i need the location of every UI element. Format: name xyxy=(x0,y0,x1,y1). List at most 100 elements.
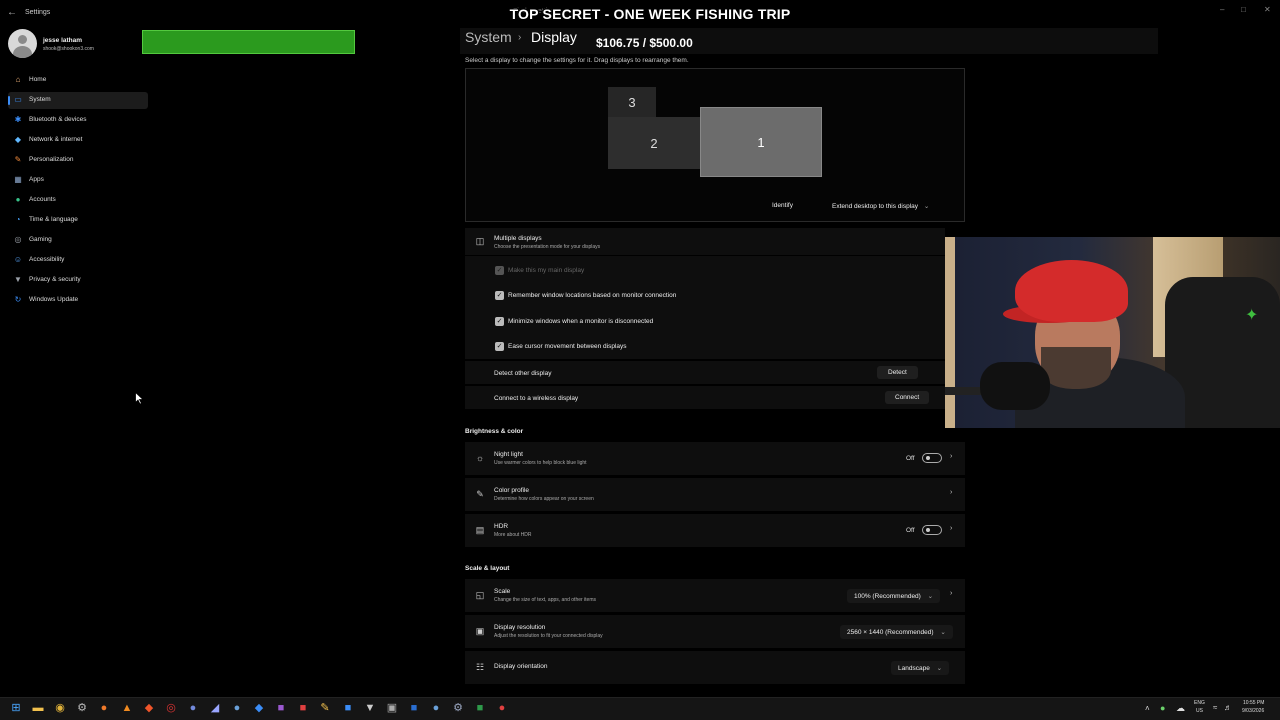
clock-time[interactable]: 10:55 PM xyxy=(1243,700,1264,706)
sidebar-item-network-internet[interactable]: ◆ Network & internet xyxy=(8,132,148,149)
sidebar-item-label: Personalization xyxy=(29,156,74,163)
sidebar-item-privacy-security[interactable]: ▼ Privacy & security xyxy=(8,272,148,289)
wifi-icon[interactable]: ≈ xyxy=(1213,703,1217,712)
orientation-value: Landscape xyxy=(898,665,930,672)
checkbox[interactable]: ✓ xyxy=(495,291,504,300)
night-light-row[interactable]: ☼ Night light Use warmer colors to help … xyxy=(465,442,965,476)
color-profile-title: Color profile xyxy=(494,487,530,494)
volume-icon[interactable]: ♬ xyxy=(1224,703,1232,712)
tray-app-icon[interactable]: ● xyxy=(1160,703,1165,713)
windows-start-icon[interactable]: ⊞ xyxy=(9,701,23,715)
tray-chevron-icon[interactable]: ˄ xyxy=(1145,704,1150,713)
minimize-button[interactable]: – xyxy=(1220,5,1224,14)
region-indicator: US xyxy=(1196,708,1203,714)
discord-icon[interactable]: ● xyxy=(186,701,200,715)
shield-app-icon[interactable]: ▼ xyxy=(363,701,377,715)
detect-button[interactable]: Detect xyxy=(877,366,918,379)
sidebar-item-accessibility[interactable]: ☺ Accessibility xyxy=(8,252,148,269)
sidebar-item-accounts[interactable]: ● Accounts xyxy=(8,192,148,209)
sidebar-item-windows-update[interactable]: ↻ Windows Update xyxy=(8,292,148,309)
orientation-dropdown[interactable]: Landscape ⌄ xyxy=(891,661,950,675)
app-red-icon[interactable]: ■ xyxy=(296,701,310,715)
chat-icon[interactable]: ◢ xyxy=(208,701,222,715)
display-mode-dropdown[interactable]: Extend desktop to this display ⌄ xyxy=(826,199,935,213)
sidebar-item-system[interactable]: ▭ System xyxy=(8,92,148,109)
orientation-icon: ☷ xyxy=(475,662,485,672)
language-indicator[interactable]: ENG xyxy=(1194,700,1205,706)
excel-icon[interactable]: ■ xyxy=(473,701,487,715)
wireless-display-row: Connect to a wireless display Connect xyxy=(465,386,945,410)
hdr-subtitle: More about HDR xyxy=(494,532,532,538)
steam2-icon[interactable]: ● xyxy=(429,701,443,715)
page-title: Display xyxy=(531,29,577,45)
monitor-1[interactable]: 1 xyxy=(700,107,822,177)
multiple-displays-title: Multiple displays xyxy=(494,235,542,242)
media-icon[interactable]: ▣ xyxy=(385,701,399,715)
night-light-toggle[interactable] xyxy=(922,453,942,463)
bluetooth-icon: ✱ xyxy=(14,115,22,124)
checkbox-label: Ease cursor movement between displays xyxy=(508,343,627,350)
terminal-icon[interactable]: ■ xyxy=(407,701,421,715)
checkbox-label: Make this my main display xyxy=(508,267,585,274)
hdr-icon: ▤ xyxy=(475,525,485,535)
sidebar-item-bluetooth-devices[interactable]: ✱ Bluetooth & devices xyxy=(8,112,148,129)
connect-button[interactable]: Connect xyxy=(885,391,930,404)
orientation-title: Display orientation xyxy=(494,663,548,670)
multiple-displays-row[interactable]: ◫ Multiple displays Choose the presentat… xyxy=(465,228,945,256)
maximize-button[interactable]: □ xyxy=(1241,5,1246,14)
app-blue2-icon[interactable]: ■ xyxy=(341,701,355,715)
sidebar-item-gaming[interactable]: ◎ Gaming xyxy=(8,232,148,249)
resolution-dropdown[interactable]: 2560 × 1440 (Recommended) ⌄ xyxy=(840,625,953,639)
chevron-down-icon: ⌄ xyxy=(927,593,934,600)
color-profile-row[interactable]: ✎ Color profile Determine how colors app… xyxy=(465,478,965,512)
accessibility-icon: ☺ xyxy=(13,255,23,264)
resolution-icon: ▣ xyxy=(475,626,485,636)
sidebar-item-label: System xyxy=(29,96,51,103)
multiple-displays-options: ✓ Make this my main display ✓ Remember wind… xyxy=(465,256,945,360)
sidebar-item-label: Gaming xyxy=(29,236,52,243)
close-button[interactable]: ✕ xyxy=(1264,5,1271,14)
hdr-toggle[interactable] xyxy=(922,525,942,535)
chrome-icon[interactable]: ◉ xyxy=(53,701,67,715)
file-explorer-icon[interactable]: ▬ xyxy=(31,701,45,715)
sidebar-item-personalization[interactable]: ✎ Personalization xyxy=(8,152,148,169)
checkbox[interactable]: ✓ xyxy=(495,317,504,326)
sidebar-item-label: Apps xyxy=(29,176,44,183)
pen-icon[interactable]: ✎ xyxy=(318,701,332,715)
hdr-row[interactable]: ▤ HDR More about HDR Off › xyxy=(465,514,965,548)
scale-dropdown[interactable]: 100% (Recommended) ⌄ xyxy=(847,589,941,603)
identify-button[interactable]: Identify xyxy=(766,199,799,212)
chevron-right-icon: › xyxy=(950,525,953,532)
vlc-icon[interactable]: ▲ xyxy=(120,701,134,715)
sidebar-item-label: Accounts xyxy=(29,196,56,203)
display-instructions: Select a display to change the settings … xyxy=(465,57,689,64)
sidebar-item-home[interactable]: ⌂ Home xyxy=(8,72,148,89)
scale-layout-heading: Scale & layout xyxy=(465,565,510,572)
app-purple-icon[interactable]: ■ xyxy=(274,701,288,715)
monitor-2[interactable]: 2 xyxy=(608,117,700,169)
chevron-right-icon: › xyxy=(950,489,953,496)
obs-icon[interactable]: ◎ xyxy=(164,701,178,715)
sidebar-item-apps[interactable]: ▦ Apps xyxy=(8,172,148,189)
steam-icon[interactable]: ● xyxy=(230,701,244,715)
firefox-icon[interactable]: ● xyxy=(97,701,111,715)
brightness-heading: Brightness & color xyxy=(465,428,524,435)
stream-overlay-title: TOP SECRET - ONE WEEK FISHING TRIP xyxy=(509,6,791,22)
monitor-3[interactable]: 3 xyxy=(608,87,656,117)
sidebar-item-label: Network & internet xyxy=(29,136,83,143)
wireless-display-label: Connect to a wireless display xyxy=(494,395,579,402)
breadcrumb-system[interactable]: System xyxy=(465,29,512,45)
tray-cloud-icon[interactable]: ☁ xyxy=(1176,703,1185,714)
settings-app-icon[interactable]: ⚙ xyxy=(75,701,89,715)
checkbox[interactable]: ✓ xyxy=(495,342,504,351)
resolution-row: ▣ Display resolution Adjust the resoluti… xyxy=(465,615,965,649)
brave-icon[interactable]: ◆ xyxy=(142,701,156,715)
sidebar-item-label: Privacy & security xyxy=(29,276,81,283)
recorder-icon[interactable]: ● xyxy=(495,701,509,715)
goal-progress-text: $106.75 / $500.00 xyxy=(596,36,693,50)
avatar[interactable] xyxy=(8,29,37,58)
app-blue-icon[interactable]: ◆ xyxy=(252,701,266,715)
brush-icon: ✎ xyxy=(14,155,22,164)
sidebar-item-time-language[interactable]: ◔ Time & language xyxy=(8,212,148,229)
settings-gear-icon[interactable]: ⚙ xyxy=(451,701,465,715)
